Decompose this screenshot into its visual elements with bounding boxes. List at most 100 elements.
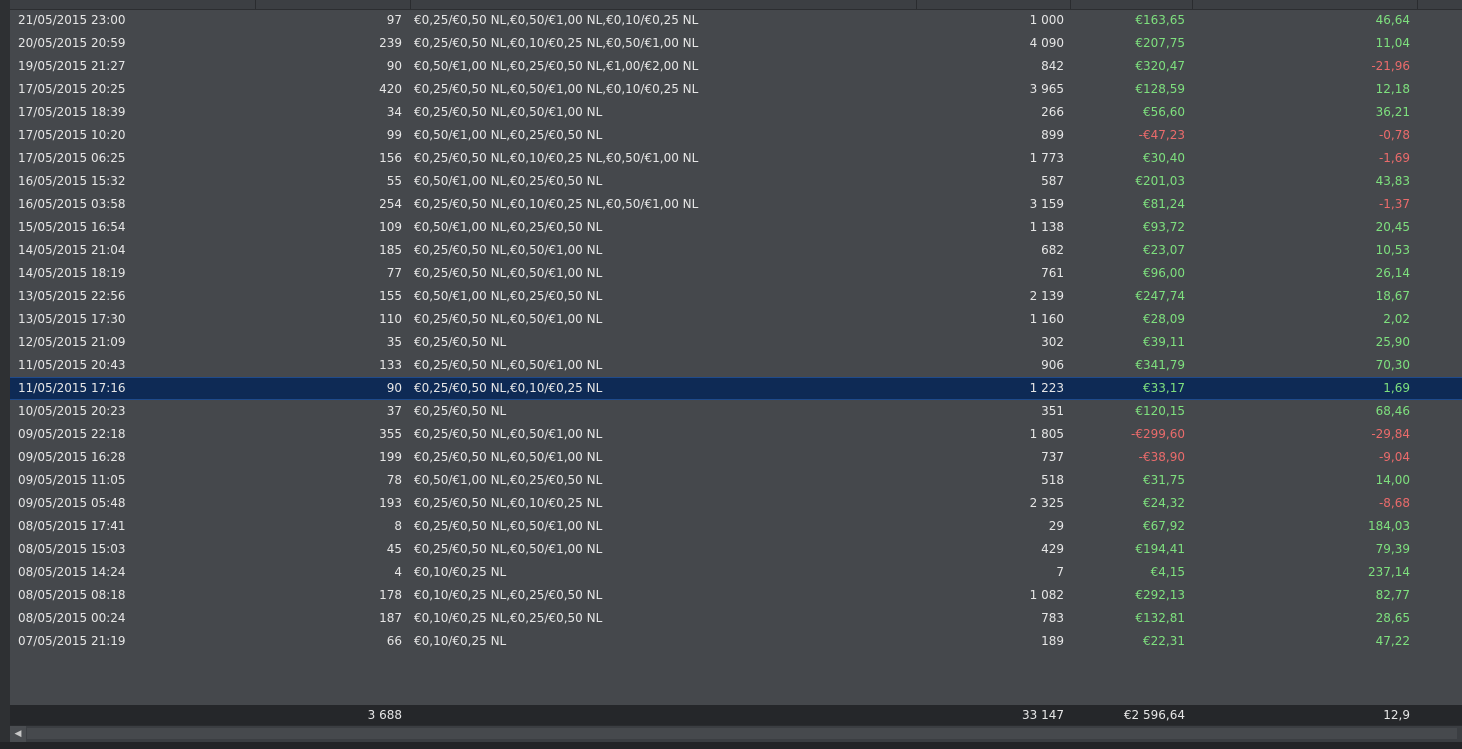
session-amount: €81,24 bbox=[1143, 197, 1185, 211]
session-rate: 10,53 bbox=[1375, 243, 1410, 257]
session-count: 3 965 bbox=[1029, 82, 1064, 96]
table-row[interactable]: 13/05/2015 22:56 155 €0,50/€1,00 NL,€0,25/… bbox=[10, 285, 1462, 308]
session-count: 899 bbox=[1041, 128, 1064, 142]
table-row[interactable]: 09/05/2015 05:48 193 €0,25/€0,50 NL,€0,10/… bbox=[10, 492, 1462, 515]
session-amount: €4,15 bbox=[1150, 565, 1185, 579]
session-amount: €120,15 bbox=[1135, 404, 1185, 418]
session-count: 266 bbox=[1041, 105, 1064, 119]
session-date: 09/05/2015 16:28 bbox=[18, 450, 126, 464]
session-rate: 184,03 bbox=[1368, 519, 1410, 533]
session-rate: 12,18 bbox=[1375, 82, 1410, 96]
chevron-left-icon[interactable]: ◀ bbox=[10, 726, 26, 742]
session-rate: 237,14 bbox=[1368, 565, 1410, 579]
session-stakes: €0,25/€0,50 NL,€0,10/€0,25 NL bbox=[414, 496, 603, 510]
session-stakes: €0,25/€0,50 NL bbox=[414, 404, 507, 418]
column-separator[interactable] bbox=[916, 0, 917, 9]
table-row[interactable]: 08/05/2015 08:18 178 €0,10/€0,25 NL,€0,25/… bbox=[10, 584, 1462, 607]
session-amount: €96,00 bbox=[1143, 266, 1185, 280]
table-row[interactable]: 09/05/2015 16:28 199 €0,25/€0,50 NL,€0,50/… bbox=[10, 446, 1462, 469]
column-separator[interactable] bbox=[255, 0, 256, 9]
session-count: 1 000 bbox=[1029, 13, 1064, 27]
table-row[interactable]: 16/05/2015 03:58 254 €0,25/€0,50 NL,€0,10/… bbox=[10, 193, 1462, 216]
table-row[interactable]: 08/05/2015 14:24 4 €0,10/€0,25 NL 7 €4,15 237… bbox=[10, 561, 1462, 584]
table-row[interactable]: 20/05/2015 20:59 239 €0,25/€0,50 NL,€0,10/… bbox=[10, 32, 1462, 55]
session-stakes: €0,25/€0,50 NL,€0,50/€1,00 NL bbox=[414, 243, 603, 257]
session-amount: €194,41 bbox=[1135, 542, 1185, 556]
column-separator[interactable] bbox=[1417, 0, 1418, 9]
session-date: 17/05/2015 06:25 bbox=[18, 151, 126, 165]
session-stakes: €0,10/€0,25 NL,€0,25/€0,50 NL bbox=[414, 611, 603, 625]
session-count: 302 bbox=[1041, 335, 1064, 349]
table-row[interactable]: 14/05/2015 18:19 77 €0,25/€0,50 NL,€0,50/€… bbox=[10, 262, 1462, 285]
session-hands: 45 bbox=[386, 542, 402, 556]
session-stakes: €0,25/€0,50 NL,€0,50/€1,00 NL bbox=[414, 312, 603, 326]
session-hands: 178 bbox=[379, 588, 402, 602]
session-count: 7 bbox=[1056, 565, 1064, 579]
session-amount: €292,13 bbox=[1135, 588, 1185, 602]
table-row[interactable]: 13/05/2015 17:30 110 €0,25/€0,50 NL,€0,50/… bbox=[10, 308, 1462, 331]
horizontal-scrollbar[interactable]: ◀ bbox=[10, 725, 1462, 742]
table-row[interactable]: 09/05/2015 11:05 78 €0,50/€1,00 NL,€0,25/€… bbox=[10, 469, 1462, 492]
session-hands: 34 bbox=[386, 105, 402, 119]
session-hands: 109 bbox=[379, 220, 402, 234]
table-row[interactable]: 16/05/2015 15:32 55 €0,50/€1,00 NL,€0,25/€… bbox=[10, 170, 1462, 193]
totals-row: 3 688 33 147 €2 596,64 12,9 bbox=[10, 705, 1462, 725]
table-row[interactable]: 17/05/2015 06:25 156 €0,25/€0,50 NL,€0,10/… bbox=[10, 147, 1462, 170]
session-date: 13/05/2015 22:56 bbox=[18, 289, 126, 303]
session-stakes: €0,10/€0,25 NL bbox=[414, 634, 507, 648]
table-row[interactable]: 08/05/2015 00:24 187 €0,10/€0,25 NL,€0,25/… bbox=[10, 607, 1462, 630]
column-separator[interactable] bbox=[410, 0, 411, 9]
session-stakes: €0,25/€0,50 NL,€0,50/€1,00 NL,€0,10/€0,2… bbox=[414, 82, 699, 96]
session-rate: -0,78 bbox=[1378, 128, 1410, 142]
session-amount: €33,17 bbox=[1143, 381, 1185, 395]
session-stakes: €0,50/€1,00 NL,€0,25/€0,50 NL bbox=[414, 220, 603, 234]
session-stakes: €0,50/€1,00 NL,€0,25/€0,50 NL,€1,00/€2,0… bbox=[414, 59, 699, 73]
column-separator[interactable] bbox=[1070, 0, 1071, 9]
session-hands: 55 bbox=[386, 174, 402, 188]
session-stakes: €0,10/€0,25 NL,€0,25/€0,50 NL bbox=[414, 588, 603, 602]
column-separator[interactable] bbox=[1192, 0, 1193, 9]
session-rate: 43,83 bbox=[1375, 174, 1410, 188]
session-date: 17/05/2015 10:20 bbox=[18, 128, 126, 142]
session-date: 11/05/2015 20:43 bbox=[18, 358, 126, 372]
table-row[interactable]: 09/05/2015 22:18 355 €0,25/€0,50 NL,€0,50/… bbox=[10, 423, 1462, 446]
session-stakes: €0,25/€0,50 NL,€0,50/€1,00 NL bbox=[414, 542, 603, 556]
session-stakes: €0,25/€0,50 NL,€0,10/€0,25 NL bbox=[414, 381, 603, 395]
session-amount: €93,72 bbox=[1143, 220, 1185, 234]
left-gutter bbox=[0, 0, 10, 749]
session-date: 19/05/2015 21:27 bbox=[18, 59, 126, 73]
session-rate: 47,22 bbox=[1375, 634, 1410, 648]
table-row[interactable]: 07/05/2015 21:19 66 €0,10/€0,25 NL 189 €22,3… bbox=[10, 630, 1462, 653]
total-rate: 12,9 bbox=[1383, 708, 1410, 722]
session-stakes: €0,50/€1,00 NL,€0,25/€0,50 NL bbox=[414, 128, 603, 142]
session-amount: €56,60 bbox=[1143, 105, 1185, 119]
session-date: 16/05/2015 15:32 bbox=[18, 174, 126, 188]
table-row[interactable]: 14/05/2015 21:04 185 €0,25/€0,50 NL,€0,50/… bbox=[10, 239, 1462, 262]
session-amount: €28,09 bbox=[1143, 312, 1185, 326]
table-row[interactable]: 11/05/2015 17:16 90 €0,25/€0,50 NL,€0,10/€… bbox=[10, 377, 1462, 400]
table-row[interactable]: 17/05/2015 18:39 34 €0,25/€0,50 NL,€0,50/€… bbox=[10, 101, 1462, 124]
table-row[interactable]: 21/05/2015 23:00 97 €0,25/€0,50 NL,€0,50/€… bbox=[10, 9, 1462, 32]
session-count: 682 bbox=[1041, 243, 1064, 257]
table-row[interactable]: 17/05/2015 20:25 420 €0,25/€0,50 NL,€0,50/… bbox=[10, 78, 1462, 101]
session-date: 09/05/2015 05:48 bbox=[18, 496, 126, 510]
table-row[interactable]: 10/05/2015 20:23 37 €0,25/€0,50 NL 351 €120,… bbox=[10, 400, 1462, 423]
scrollbar-track[interactable] bbox=[27, 728, 1457, 739]
session-count: 587 bbox=[1041, 174, 1064, 188]
table-row[interactable]: 12/05/2015 21:09 35 €0,25/€0,50 NL 302 €39,1… bbox=[10, 331, 1462, 354]
table-row[interactable]: 19/05/2015 21:27 90 €0,50/€1,00 NL,€0,25/€… bbox=[10, 55, 1462, 78]
table-row[interactable]: 15/05/2015 16:54 109 €0,50/€1,00 NL,€0,25/… bbox=[10, 216, 1462, 239]
session-date: 16/05/2015 03:58 bbox=[18, 197, 126, 211]
session-hands: 90 bbox=[386, 381, 402, 395]
session-count: 3 159 bbox=[1029, 197, 1064, 211]
session-count: 518 bbox=[1041, 473, 1064, 487]
session-date: 17/05/2015 18:39 bbox=[18, 105, 126, 119]
session-date: 15/05/2015 16:54 bbox=[18, 220, 126, 234]
session-count: 2 325 bbox=[1029, 496, 1064, 510]
table-row[interactable]: 11/05/2015 20:43 133 €0,25/€0,50 NL,€0,50/… bbox=[10, 354, 1462, 377]
session-rate: -1,69 bbox=[1378, 151, 1410, 165]
table-row[interactable]: 08/05/2015 15:03 45 €0,25/€0,50 NL,€0,50/€… bbox=[10, 538, 1462, 561]
session-hands: 66 bbox=[386, 634, 402, 648]
table-row[interactable]: 17/05/2015 10:20 99 €0,50/€1,00 NL,€0,25/€… bbox=[10, 124, 1462, 147]
table-row[interactable]: 08/05/2015 17:41 8 €0,25/€0,50 NL,€0,50/€1… bbox=[10, 515, 1462, 538]
